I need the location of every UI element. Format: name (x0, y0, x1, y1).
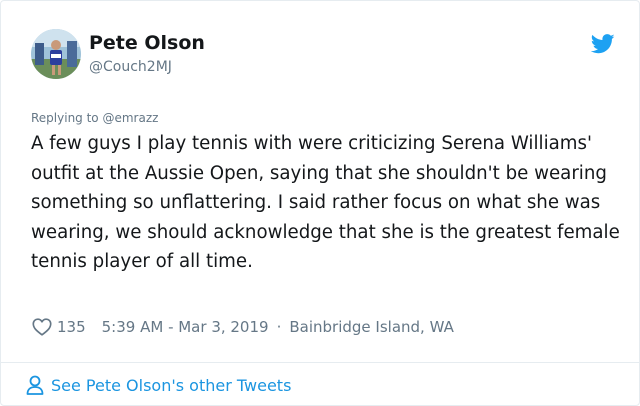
meta-separator: · (276, 318, 282, 336)
tweet-header: Pete Olson @Couch2MJ (31, 29, 615, 81)
author-names: Pete Olson @Couch2MJ (89, 31, 205, 77)
tweet-location[interactable]: Bainbridge Island, WA (289, 318, 454, 336)
tweet-meta: 135 5:39 AM - Mar 3, 2019 · Bainbridge I… (31, 315, 454, 339)
user-handle[interactable]: @Couch2MJ (89, 57, 205, 77)
avatar[interactable] (31, 29, 81, 79)
like-count[interactable]: 135 (57, 318, 86, 336)
heart-icon[interactable] (31, 316, 53, 338)
divider (1, 362, 639, 363)
tweet-timestamp[interactable]: 5:39 AM - Mar 3, 2019 (102, 318, 269, 336)
twitter-bird-icon[interactable] (590, 34, 615, 54)
replying-to[interactable]: Replying to @emrazz (31, 111, 158, 125)
tweet-card: Pete Olson @Couch2MJ Replying to @emrazz… (0, 0, 640, 406)
display-name[interactable]: Pete Olson (89, 31, 205, 55)
see-other-tweets-link[interactable]: See Pete Olson's other Tweets (25, 373, 291, 397)
see-other-tweets-label[interactable]: See Pete Olson's other Tweets (51, 376, 291, 395)
tweet-text: A few guys I play tennis with were criti… (31, 133, 620, 272)
person-icon (25, 374, 45, 396)
